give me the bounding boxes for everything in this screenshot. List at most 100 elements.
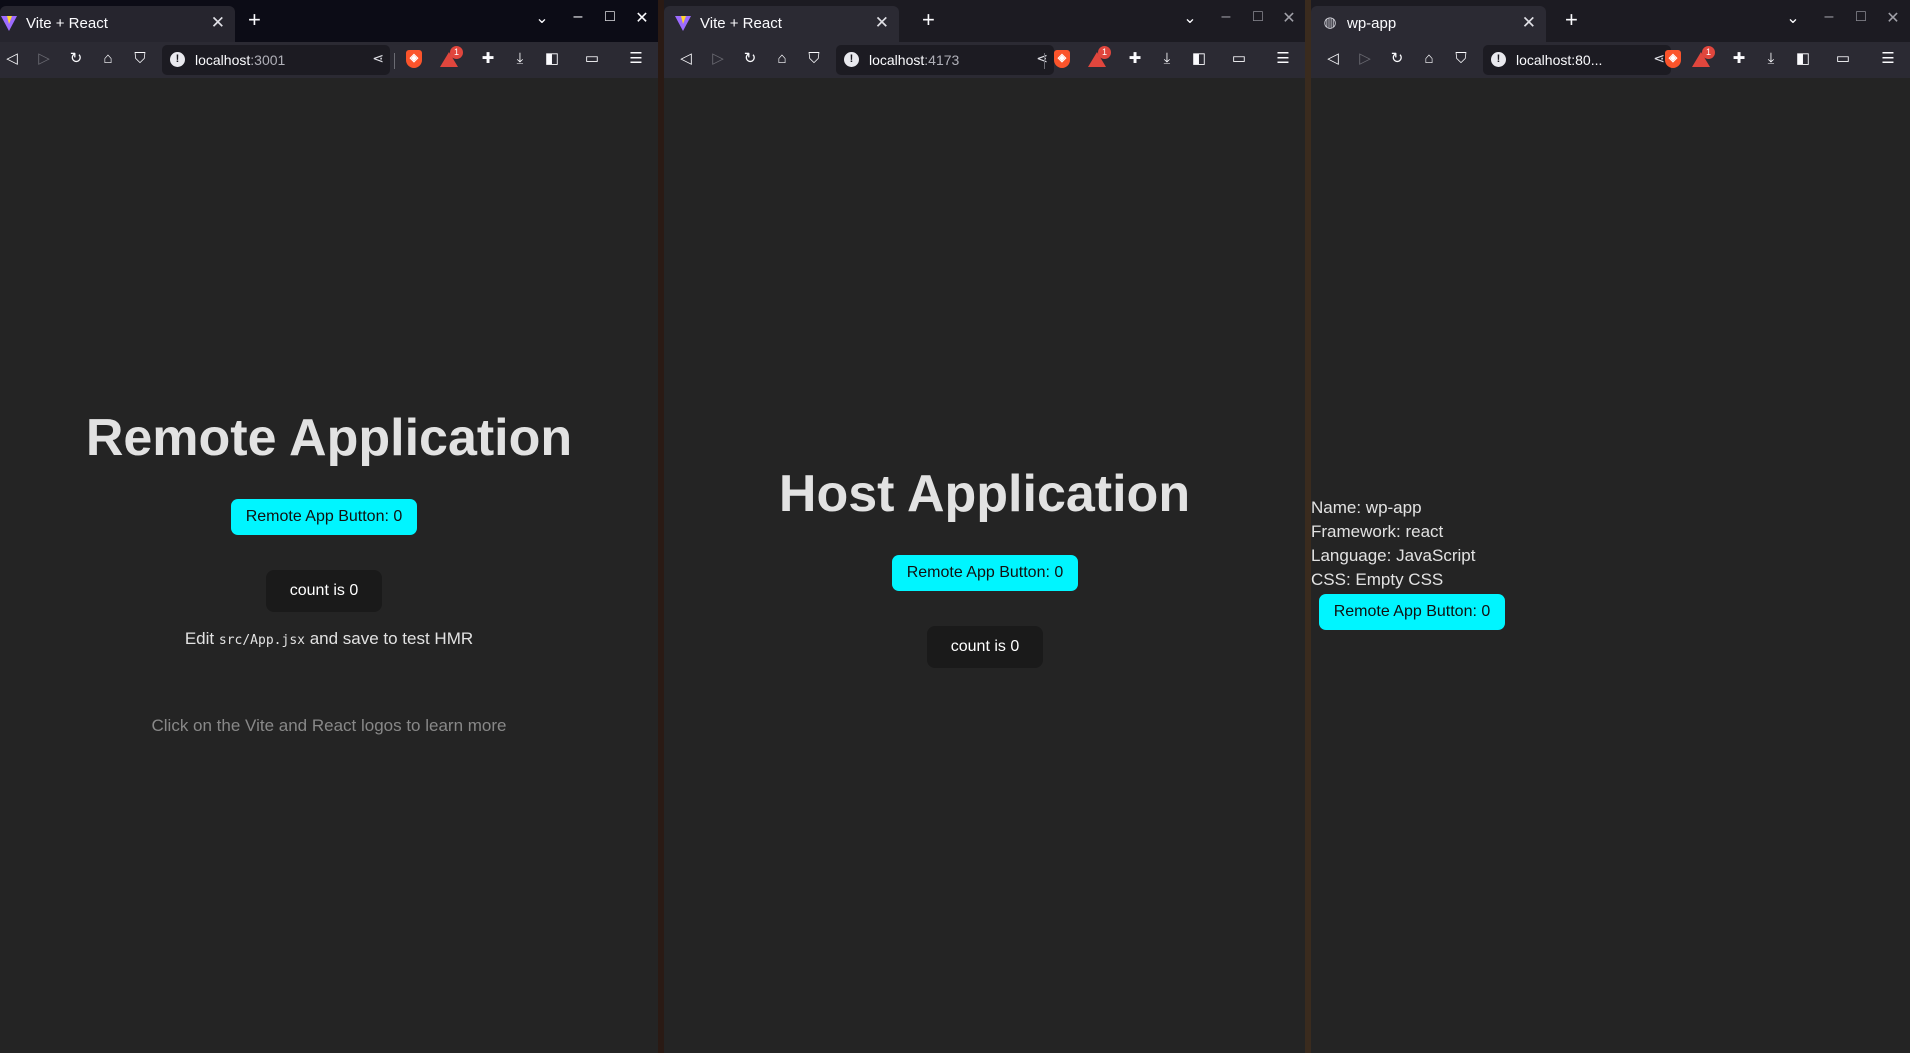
- site-info-icon[interactable]: !: [1491, 52, 1506, 67]
- tab-title: wp-app: [1347, 15, 1397, 32]
- vite-favicon-icon: [1, 16, 17, 31]
- downloads-icon[interactable]: ⤓: [510, 49, 530, 69]
- info-name: Name: wp-app: [1311, 498, 1422, 517]
- close-window-icon[interactable]: ✕: [1883, 8, 1903, 28]
- maximize-icon[interactable]: □: [1248, 8, 1268, 26]
- new-tab-icon[interactable]: +: [1565, 9, 1578, 31]
- extensions-icon[interactable]: ✚: [1729, 49, 1749, 69]
- downloads-icon[interactable]: ⤓: [1157, 49, 1177, 69]
- extensions-icon[interactable]: ✚: [1125, 49, 1145, 69]
- share-icon[interactable]: ⋖: [1036, 50, 1048, 67]
- maximize-icon[interactable]: □: [1851, 8, 1871, 26]
- tab-close-icon[interactable]: ✕: [211, 13, 225, 33]
- new-tab-icon[interactable]: +: [922, 9, 935, 31]
- brave-shields-icon[interactable]: ◈: [406, 50, 422, 68]
- tab-title: Vite + React: [700, 15, 782, 32]
- home-icon[interactable]: ⌂: [772, 49, 792, 69]
- remote-app-button[interactable]: Remote App Button: 0: [892, 555, 1078, 591]
- brave-rewards-icon[interactable]: 1: [440, 46, 463, 68]
- forward-icon[interactable]: ▷: [708, 49, 728, 69]
- share-icon[interactable]: ⋖: [372, 50, 384, 67]
- sidebar-icon[interactable]: ◧: [1793, 49, 1813, 69]
- page-content: Name: wp-app Framework: react Language: …: [1311, 78, 1910, 1053]
- site-info-icon[interactable]: !: [844, 52, 859, 67]
- remote-app-button[interactable]: Remote App Button: 0: [1319, 594, 1505, 630]
- read-the-docs: Click on the Vite and React logos to lea…: [151, 716, 507, 735]
- back-icon[interactable]: ◁: [676, 49, 696, 69]
- sidebar-icon[interactable]: ◧: [1189, 49, 1209, 69]
- browser-tab[interactable]: Vite + React ✕: [0, 6, 235, 42]
- remote-app-button[interactable]: Remote App Button: 0: [231, 499, 417, 535]
- wallet-icon[interactable]: ▭: [582, 49, 602, 69]
- wallet-icon[interactable]: ▭: [1833, 49, 1853, 69]
- maximize-icon[interactable]: □: [600, 8, 620, 26]
- page-content: Host Application Remote App Button: 0 co…: [664, 78, 1305, 1053]
- separator: [1044, 53, 1045, 69]
- tab-list-chevron-icon[interactable]: ⌄: [1783, 8, 1803, 28]
- back-icon[interactable]: ◁: [1323, 49, 1343, 69]
- page-title: Host Application: [778, 465, 1191, 523]
- bookmark-icon[interactable]: ⛉: [804, 49, 824, 69]
- browser-tab[interactable]: Vite + React ✕: [664, 6, 899, 42]
- rewards-badge: 1: [450, 46, 463, 59]
- downloads-icon[interactable]: ⤓: [1761, 49, 1781, 69]
- tab-list-chevron-icon[interactable]: ⌄: [532, 8, 552, 28]
- browser-window-wp-app: ◍ wp-app ✕ + ⌄ – □ ✕ ◁ ▷ ↻ ⌂ ⛉ ! localho…: [1311, 0, 1910, 1053]
- hmr-hint: Edit src/App.jsx and save to test HMR: [184, 629, 474, 648]
- close-window-icon[interactable]: ✕: [1279, 8, 1299, 28]
- page-title: Remote Application: [85, 409, 573, 467]
- minimize-icon[interactable]: –: [1819, 8, 1839, 26]
- browser-tab[interactable]: ◍ wp-app ✕: [1311, 6, 1546, 42]
- menu-icon[interactable]: ☰: [1273, 49, 1293, 69]
- page-content: Remote Application Remote App Button: 0 …: [0, 78, 658, 1053]
- bookmark-icon[interactable]: ⛉: [1451, 49, 1471, 69]
- back-icon[interactable]: ◁: [2, 49, 22, 69]
- menu-icon[interactable]: ☰: [1878, 49, 1898, 69]
- brave-rewards-icon[interactable]: 1: [1088, 46, 1111, 68]
- nav-toolbar: ◁ ▷ ↻ ⌂ ⛉ ! localhost:80... ⋖ ◈ 1 ✚ ⤓ ◧ …: [1311, 42, 1910, 78]
- wallet-icon[interactable]: ▭: [1229, 49, 1249, 69]
- forward-icon[interactable]: ▷: [34, 49, 54, 69]
- globe-icon: ◍: [1323, 14, 1337, 31]
- rewards-badge: 1: [1098, 46, 1111, 59]
- count-button[interactable]: count is 0: [266, 570, 382, 612]
- reload-icon[interactable]: ↻: [1387, 49, 1407, 69]
- home-icon[interactable]: ⌂: [1419, 49, 1439, 69]
- bookmark-icon[interactable]: ⛉: [130, 49, 150, 69]
- minimize-icon[interactable]: –: [1216, 8, 1236, 26]
- url-text: localhost:3001: [195, 52, 286, 68]
- menu-icon[interactable]: ☰: [626, 49, 646, 69]
- tab-close-icon[interactable]: ✕: [1522, 13, 1536, 33]
- tab-bar: Vite + React ✕ + ⌄ – □ ✕: [664, 0, 1305, 42]
- home-icon[interactable]: ⌂: [98, 49, 118, 69]
- share-icon[interactable]: ⋖: [1653, 50, 1665, 67]
- count-button[interactable]: count is 0: [927, 626, 1043, 668]
- brave-shields-icon[interactable]: ◈: [1665, 50, 1681, 68]
- reload-icon[interactable]: ↻: [740, 49, 760, 69]
- hmr-code: src/App.jsx: [218, 633, 305, 648]
- new-tab-icon[interactable]: +: [248, 9, 261, 31]
- tab-close-icon[interactable]: ✕: [875, 13, 889, 33]
- forward-icon[interactable]: ▷: [1355, 49, 1375, 69]
- address-bar[interactable]: ! localhost:3001 ⋖: [162, 45, 390, 75]
- separator: [394, 53, 395, 69]
- brave-shields-icon[interactable]: ◈: [1054, 50, 1070, 68]
- minimize-icon[interactable]: –: [568, 8, 588, 26]
- site-info-icon[interactable]: !: [170, 52, 185, 67]
- address-bar[interactable]: ! localhost:4173 ⋖: [836, 45, 1054, 75]
- browser-window-host: Vite + React ✕ + ⌄ – □ ✕ ◁ ▷ ↻ ⌂ ⛉ ! loc…: [664, 0, 1305, 1053]
- rewards-badge: 1: [1702, 46, 1715, 59]
- nav-toolbar: ◁ ▷ ↻ ⌂ ⛉ ! localhost:4173 ⋖ ◈ 1 ✚ ⤓ ◧ ▭…: [664, 42, 1305, 78]
- reload-icon[interactable]: ↻: [66, 49, 86, 69]
- nav-toolbar: ◁ ▷ ↻ ⌂ ⛉ ! localhost:3001 ⋖ ◈ 1 ✚ ⤓ ◧ ▭…: [0, 42, 658, 78]
- extensions-icon[interactable]: ✚: [478, 49, 498, 69]
- close-window-icon[interactable]: ✕: [632, 8, 652, 28]
- url-text: localhost:80...: [1516, 52, 1603, 68]
- info-framework: Framework: react: [1311, 522, 1444, 541]
- sidebar-icon[interactable]: ◧: [542, 49, 562, 69]
- brave-rewards-icon[interactable]: 1: [1692, 46, 1715, 68]
- tab-title: Vite + React: [26, 15, 108, 32]
- tab-list-chevron-icon[interactable]: ⌄: [1180, 8, 1200, 28]
- browser-window-remote: Vite + React ✕ + ⌄ – □ ✕ ◁ ▷ ↻ ⌂ ⛉ ! loc…: [0, 0, 658, 1053]
- address-bar[interactable]: ! localhost:80... ⋖: [1483, 45, 1671, 75]
